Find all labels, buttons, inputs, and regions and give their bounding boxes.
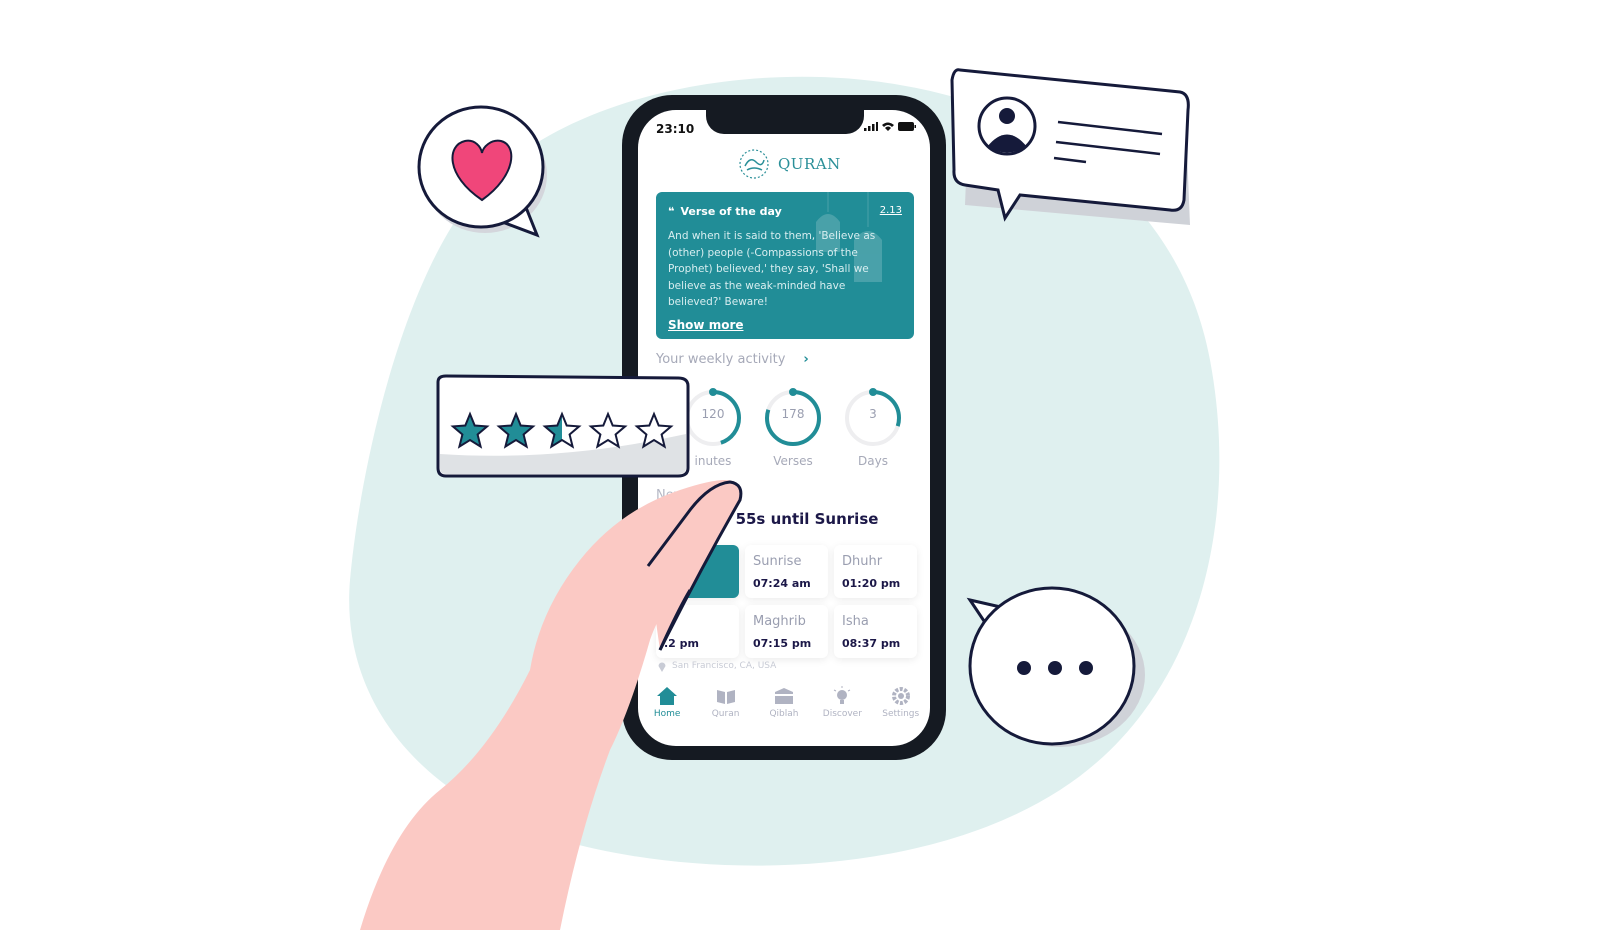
status-time: 23:10 xyxy=(656,122,695,136)
nav-settings[interactable]: Settings xyxy=(872,682,930,742)
activity-stat: 178 Verses xyxy=(758,388,828,468)
prayer-name: Maghrib xyxy=(753,614,806,629)
pointing-hand-illustration xyxy=(360,480,743,930)
nav-label: Discover xyxy=(822,709,862,719)
prayer-time: 08:37 pm xyxy=(842,637,901,650)
wifi-icon xyxy=(882,122,894,131)
quote-icon: ❝ xyxy=(668,205,675,218)
app-title: QURAN xyxy=(778,155,841,173)
rating-card xyxy=(436,374,690,478)
stat-value: 178 xyxy=(781,407,805,421)
nav-label: Qiblah xyxy=(769,709,799,719)
notch xyxy=(706,110,864,134)
typing-bubble xyxy=(966,586,1145,747)
weekly-activity-title: Your weekly activity xyxy=(656,352,786,367)
show-more-link[interactable]: Show more xyxy=(668,318,744,332)
verse-of-the-day-card: ❝ Verse of the day 2.13 And when it is sa… xyxy=(656,192,914,339)
verse-heading: Verse of the day xyxy=(680,205,782,218)
prayer-time: 01:20 pm xyxy=(842,577,901,590)
nav-label: Settings xyxy=(882,709,920,719)
signal-icon xyxy=(864,122,878,131)
stat-label: Verses xyxy=(773,454,813,468)
prayer-time: 07:15 pm xyxy=(753,637,812,650)
prayer-card[interactable]: Dhuhr 01:20 pm xyxy=(834,545,917,598)
prayer-name: Isha xyxy=(842,614,869,629)
nav-discover[interactable]: Discover xyxy=(813,682,871,742)
status-icons xyxy=(864,122,916,131)
battery-icon xyxy=(898,122,916,131)
lightbulb-icon xyxy=(834,686,851,704)
calligraphy-logo-icon xyxy=(739,149,769,179)
dot-icon xyxy=(1017,661,1031,675)
kaaba-icon xyxy=(774,688,793,704)
verse-text: And when it is said to them, 'Believe as… xyxy=(668,230,876,308)
activity-stat: 3 Days xyxy=(838,388,908,468)
chevron-right-icon: › xyxy=(803,352,809,367)
prayer-name: Dhuhr xyxy=(842,554,883,569)
prayer-time: 07:24 am xyxy=(753,577,811,590)
stat-value: 3 xyxy=(869,407,877,421)
weekly-activity-link[interactable]: Your weekly activity › xyxy=(656,352,809,367)
gear-icon xyxy=(891,687,910,705)
heart-bubble xyxy=(417,105,547,238)
prayer-name: Sunrise xyxy=(753,554,802,569)
profile-bubble xyxy=(950,68,1190,225)
prayer-card[interactable]: Isha 08:37 pm xyxy=(834,605,917,658)
app-logo: QURAN xyxy=(738,148,841,180)
verse-reference-link[interactable]: 2.13 xyxy=(880,205,902,216)
dot-icon xyxy=(1048,661,1062,675)
nav-qiblah[interactable]: Qiblah xyxy=(755,682,813,742)
dot-icon xyxy=(1079,661,1093,675)
stat-label: Days xyxy=(858,454,888,468)
